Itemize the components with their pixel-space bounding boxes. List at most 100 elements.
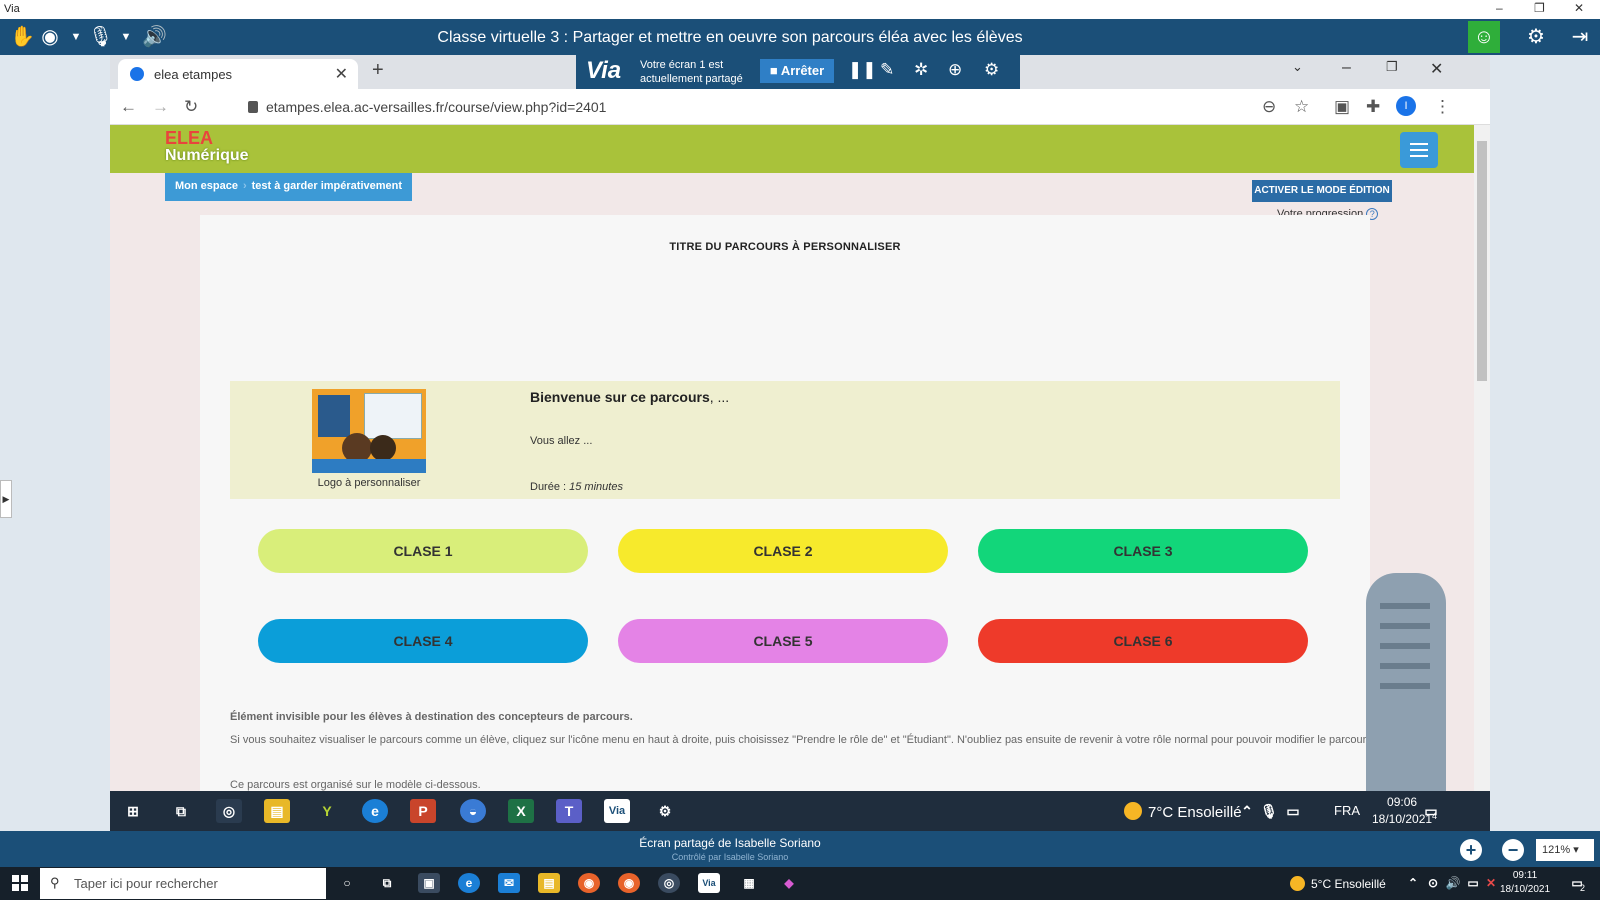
zoom-out-icon[interactable]: − — [1502, 839, 1524, 861]
remote-file-explorer-icon[interactable]: ▤ — [264, 799, 290, 823]
remote-powerpoint-icon[interactable]: P — [410, 799, 436, 823]
local-notification-count: 2 — [1580, 883, 1586, 893]
remote-via-icon[interactable]: Via — [604, 799, 630, 823]
windows-start-icon[interactable] — [12, 875, 28, 891]
remote-notifications-icon[interactable]: ▭ — [1418, 799, 1444, 823]
remote-teams-icon[interactable]: T — [556, 799, 582, 823]
browser-menu-icon[interactable]: ⋮ — [1434, 97, 1451, 117]
browser-tab[interactable]: elea etampes ✕ — [118, 59, 358, 89]
welcome-duration: Durée : 15 minutes — [530, 481, 623, 493]
remote-chrome-icon[interactable]: ◎ — [216, 799, 242, 823]
settings-gear-icon[interactable]: ⚙ — [1524, 25, 1548, 49]
target-icon[interactable]: ⊕ — [948, 60, 962, 80]
hamburger-menu-icon[interactable] — [1400, 132, 1438, 168]
remote-taskview-icon[interactable]: ⧉ — [168, 799, 194, 823]
tab-search-chevron-icon[interactable]: ⌄ — [1292, 59, 1303, 75]
remote-start-icon[interactable]: ⊞ — [120, 799, 146, 823]
taskview-icon[interactable]: ⧉ — [376, 873, 398, 893]
elea-logo[interactable]: ELEA Numérique — [165, 129, 249, 165]
stop-sharing-button[interactable]: ■ Arrêter — [760, 59, 834, 83]
class-3-button[interactable]: CLASE 3 — [978, 529, 1308, 573]
zoom-icon[interactable]: ⊖ — [1262, 97, 1276, 117]
exit-icon[interactable]: ⇥ — [1568, 25, 1592, 49]
volume-icon[interactable]: 🔊 — [1442, 873, 1464, 893]
screen-share-banner: Via Votre écran 1 est actuellement parta… — [576, 55, 1020, 89]
zoom-level-select[interactable]: 121% ▾ — [1536, 839, 1594, 861]
class-1-button[interactable]: CLASE 1 — [258, 529, 588, 573]
scrollbar-thumb[interactable] — [1477, 141, 1487, 381]
welcome-block: Logo à personnaliser Bienvenue sur ce pa… — [230, 381, 1340, 499]
remote-edge-icon[interactable]: e — [362, 799, 388, 823]
remote-app2-icon[interactable]: ◒ — [460, 799, 486, 823]
tab-close-icon[interactable]: ✕ — [335, 64, 348, 84]
firefox-2-icon[interactable]: ◉ — [618, 873, 640, 893]
extensions-puzzle-icon[interactable]: ✚ — [1366, 97, 1380, 117]
tray-alert-icon[interactable]: ✕ — [1480, 873, 1502, 893]
file-explorer-icon[interactable]: ▤ — [538, 873, 560, 893]
remote-battery-icon[interactable]: ▭ — [1280, 799, 1306, 823]
duration-label: Durée : — [530, 481, 570, 493]
breadcrumb-home[interactable]: Mon espace — [175, 180, 238, 192]
remote-app-icon[interactable]: Y — [314, 799, 340, 823]
local-weather[interactable]: 5°C Ensoleillé — [1290, 876, 1386, 891]
browser-restore-icon[interactable]: ❐ — [1386, 59, 1398, 75]
drop-app-icon[interactable]: ◆ — [778, 873, 800, 893]
via-toolbar: ✋ ◉ ▼ 🎙 ▼ 🔊 Classe virtuelle 3 : Partage… — [0, 19, 1600, 55]
tray-chevron-icon[interactable]: ⌃ — [1402, 873, 1424, 893]
chrome-icon[interactable]: ◎ — [658, 873, 680, 893]
session-title: Classe virtuelle 3 : Partager et mettre … — [437, 29, 1023, 46]
shared-screen-owner: Écran partagé de Isabelle Soriano — [639, 836, 821, 850]
reload-icon[interactable]: ↻ — [184, 97, 198, 117]
pen-icon[interactable]: ✎ — [880, 60, 894, 80]
local-clock[interactable]: 09:11 18/10/2021 — [1500, 869, 1550, 897]
remote-language[interactable]: FRA — [1334, 803, 1360, 818]
local-weather-text: 5°C Ensoleillé — [1311, 877, 1386, 891]
page-scrollbar[interactable] — [1474, 125, 1490, 791]
tray-app-icon[interactable]: ⊙ — [1422, 873, 1444, 893]
breadcrumb-course[interactable]: test à garder impérativement — [252, 180, 402, 192]
course-logo-image — [312, 389, 426, 473]
cortana-icon[interactable]: ○ — [336, 873, 358, 893]
welcome-title: Bienvenue sur ce parcours, ... — [530, 389, 729, 405]
extension-screen-icon[interactable]: ▣ — [1334, 97, 1350, 117]
share-settings-gear-icon[interactable]: ⚙ — [984, 60, 999, 80]
window-close-button[interactable]: ✕ — [1574, 1, 1584, 15]
via-window-titlebar: Via – ❐ ✕ — [0, 0, 1600, 19]
forward-arrow-icon[interactable]: → — [152, 97, 169, 117]
remote-mic-icon[interactable]: 🎙 — [1256, 799, 1282, 823]
site-header: ELEA Numérique — [110, 125, 1474, 173]
remote-excel-icon[interactable]: X — [508, 799, 534, 823]
store-icon[interactable]: ▣ — [418, 873, 440, 893]
firefox-icon[interactable]: ◉ — [578, 873, 600, 893]
side-panel-toggle-icon[interactable]: ▶ — [0, 480, 12, 518]
class-2-button[interactable]: CLASE 2 — [618, 529, 948, 573]
pause-icon[interactable]: ❚❚ — [848, 60, 877, 80]
window-minimize-button[interactable]: – — [1496, 1, 1503, 15]
sun-icon — [1124, 802, 1142, 820]
class-6-button[interactable]: CLASE 6 — [978, 619, 1308, 663]
document-app-icon[interactable]: ▦ — [738, 873, 760, 893]
browser-close-icon[interactable]: ✕ — [1430, 59, 1443, 79]
welcome-title-suffix: , ... — [709, 389, 730, 405]
new-tab-button[interactable]: + — [372, 59, 384, 82]
laser-pointer-icon[interactable]: ✲ — [914, 60, 928, 80]
duration-value: 15 minutes — [569, 481, 623, 493]
edge-icon[interactable]: e — [458, 873, 480, 893]
bookmark-star-icon[interactable]: ☆ — [1294, 97, 1309, 117]
browser-minimize-icon[interactable]: – — [1342, 59, 1351, 77]
zoom-in-icon[interactable]: + — [1460, 839, 1482, 861]
class-5-button[interactable]: CLASE 5 — [618, 619, 948, 663]
back-arrow-icon[interactable]: ← — [120, 97, 137, 117]
via-app-icon[interactable]: Via — [698, 873, 720, 893]
profile-avatar[interactable]: I — [1396, 96, 1416, 116]
remote-settings-icon[interactable]: ⚙ — [652, 799, 678, 823]
via-window-title: Via — [4, 3, 20, 15]
taskbar-search-input[interactable]: ⚲ Taper ici pour rechercher — [40, 868, 326, 899]
url-field[interactable]: etampes.elea.ac-versailles.fr/course/vie… — [248, 99, 606, 115]
class-4-button[interactable]: CLASE 4 — [258, 619, 588, 663]
window-restore-button[interactable]: ❐ — [1534, 1, 1545, 15]
mail-icon[interactable]: ✉ — [498, 873, 520, 893]
remote-weather[interactable]: 7°C Ensoleillé — [1124, 802, 1242, 821]
edit-mode-button[interactable]: ACTIVER LE MODE ÉDITION — [1252, 180, 1392, 202]
participants-status-icon[interactable]: ☺ — [1468, 21, 1500, 53]
